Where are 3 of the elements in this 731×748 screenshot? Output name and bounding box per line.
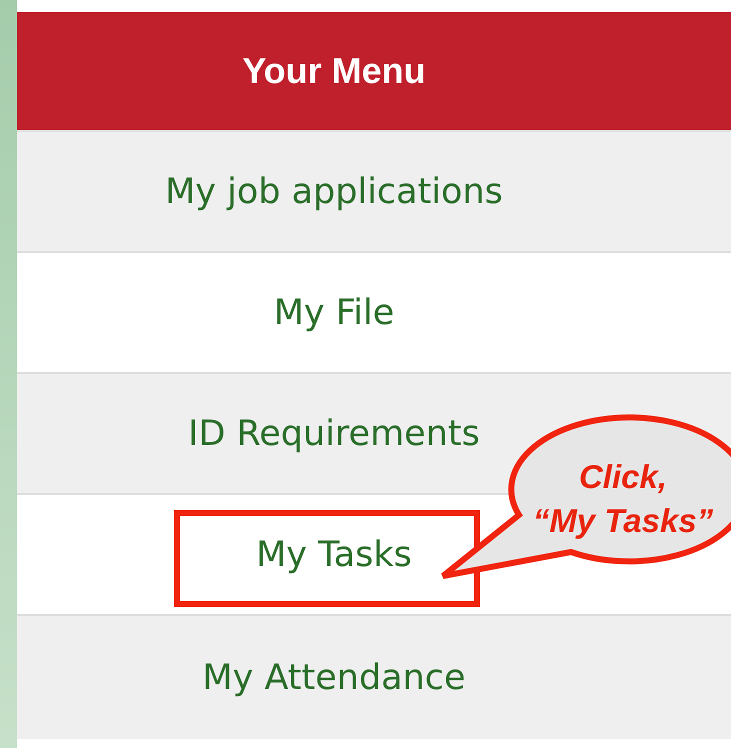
menu-item[interactable]: My job applications <box>17 130 731 251</box>
menu-item[interactable]: My Attendance <box>17 614 731 739</box>
menu-title: Your Menu <box>242 50 426 92</box>
